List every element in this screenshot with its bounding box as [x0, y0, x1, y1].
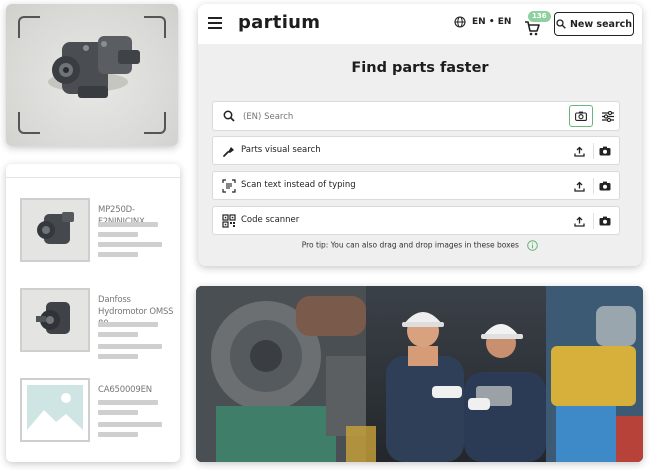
app-panel: partium EN • EN 136 New search Find part… — [198, 4, 642, 266]
upload-button[interactable] — [572, 213, 586, 229]
placeholder-text-bar — [98, 322, 158, 327]
text-scan-icon — [222, 179, 236, 193]
part-thumbnail-image — [22, 290, 88, 350]
pro-tip-text: Pro tip: You can also drag and drop imag… — [301, 240, 519, 250]
result-thumbnail — [20, 198, 90, 262]
camera-button[interactable] — [598, 213, 612, 229]
pro-tip: Pro tip: You can also drag and drop imag… — [198, 240, 642, 251]
qr-code-icon — [222, 214, 236, 228]
placeholder-text-bar — [98, 432, 138, 437]
placeholder-text-bar — [98, 332, 138, 337]
placeholder-text-bar — [98, 410, 138, 415]
search-bar — [212, 101, 620, 131]
cart-icon — [525, 21, 540, 36]
viewfinder-corner — [18, 16, 40, 38]
language-label: EN • EN — [472, 17, 512, 27]
page-title: Find parts faster — [351, 60, 489, 76]
camera-photo-card — [6, 4, 178, 146]
logo: partium — [238, 12, 321, 33]
camera-button[interactable] — [598, 178, 612, 194]
placeholder-text-bar — [98, 422, 162, 427]
camera-button[interactable] — [598, 143, 612, 159]
upload-button[interactable] — [572, 143, 586, 159]
divider — [593, 178, 594, 194]
parts-visual-search-row[interactable]: Parts visual search — [212, 136, 620, 165]
divider — [593, 213, 594, 229]
menu-icon[interactable] — [208, 17, 222, 29]
app-header: partium EN • EN 136 New search — [198, 4, 642, 44]
option-label: Parts visual search — [241, 145, 321, 155]
search-input[interactable] — [243, 108, 563, 126]
viewfinder-corner — [144, 16, 166, 38]
industrial-scene-image — [196, 286, 643, 462]
language-selector[interactable]: EN • EN — [454, 16, 511, 28]
sliders-icon — [602, 110, 614, 122]
upload-icon — [573, 146, 585, 157]
globe-icon — [454, 16, 466, 28]
viewfinder-corner — [18, 112, 40, 134]
placeholder-text-bar — [98, 222, 158, 227]
results-card-topbar — [6, 164, 180, 178]
camera-icon — [599, 216, 611, 226]
placeholder-text-bar — [98, 344, 162, 349]
scan-text-row[interactable]: Scan text instead of typing — [212, 171, 620, 200]
filter-button[interactable] — [598, 106, 618, 126]
placeholder-text-bar — [98, 242, 162, 247]
workers-photo — [196, 286, 643, 462]
placeholder-text-bar — [98, 252, 138, 257]
upload-icon — [573, 181, 585, 192]
camera-icon — [599, 181, 611, 191]
image-placeholder-icon — [27, 385, 83, 435]
search-icon — [556, 19, 566, 29]
cart-count-badge: 136 — [528, 11, 551, 22]
placeholder-text-bar — [98, 400, 158, 405]
code-scanner-row[interactable]: Code scanner — [212, 206, 620, 235]
camera-search-button[interactable] — [569, 105, 593, 127]
upload-icon — [573, 216, 585, 227]
new-search-button[interactable]: New search — [554, 12, 634, 36]
placeholder-text-bar — [98, 232, 138, 237]
info-icon[interactable] — [527, 240, 539, 251]
visual-search-icon — [223, 147, 234, 157]
part-thumbnail-image — [22, 200, 88, 260]
option-label: Code scanner — [241, 215, 300, 225]
result-thumbnail — [20, 378, 90, 442]
result-label: CA650009EN — [98, 385, 152, 395]
camera-icon — [575, 111, 587, 121]
result-thumbnail — [20, 288, 90, 352]
new-search-label: New search — [569, 18, 633, 30]
results-list-card: MP250D-F2NINICINX Danfoss Hydromotor OMS… — [6, 164, 180, 462]
upload-button[interactable] — [572, 178, 586, 194]
placeholder-text-bar — [98, 354, 138, 359]
divider — [593, 143, 594, 159]
search-icon — [223, 110, 235, 122]
camera-icon — [599, 146, 611, 156]
viewfinder-corner — [144, 112, 166, 134]
option-label: Scan text instead of typing — [241, 180, 356, 190]
